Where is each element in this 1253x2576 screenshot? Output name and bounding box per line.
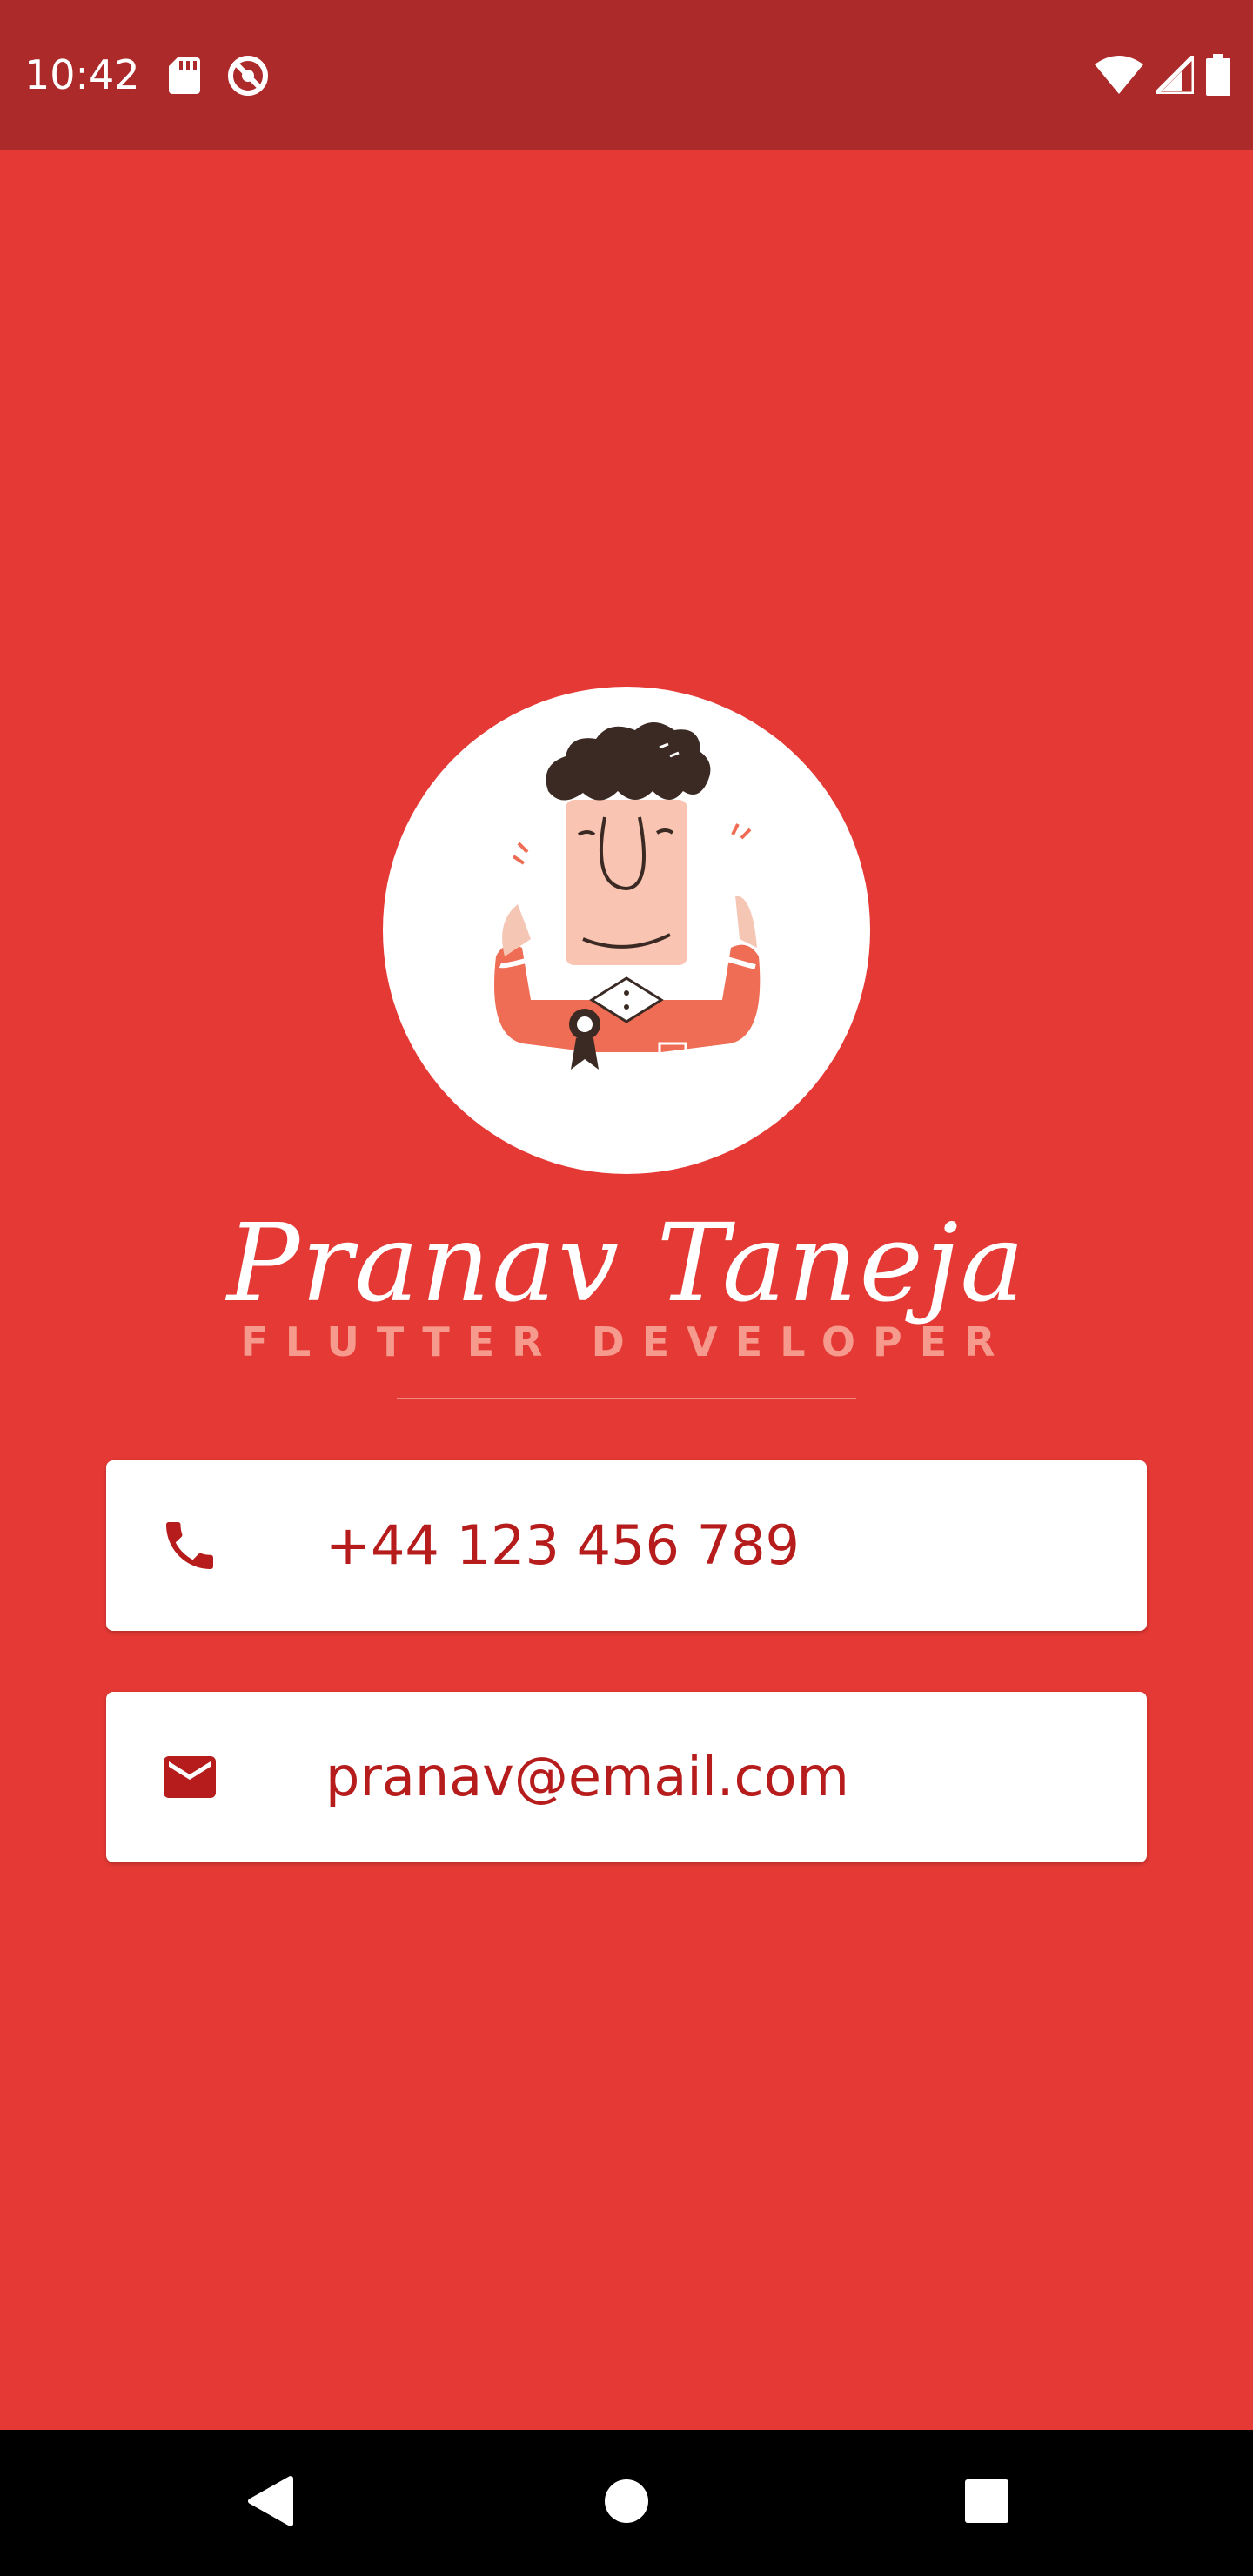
recents-button[interactable] (948, 2465, 1025, 2541)
back-button[interactable] (231, 2465, 308, 2541)
avatar (383, 687, 870, 1174)
profile-role: FLUTTER DEVELOPER (240, 1318, 1013, 1365)
home-icon (604, 2479, 649, 2528)
do-not-disturb-icon (226, 54, 270, 102)
status-time: 10:42 (24, 51, 140, 98)
status-right-icons (1095, 50, 1230, 100)
phone-card[interactable]: +44 123 456 789 (106, 1460, 1147, 1631)
phone-number: +44 123 456 789 (325, 1513, 800, 1577)
battery-icon (1206, 54, 1230, 100)
email-address: pranav@email.com (325, 1745, 849, 1808)
status-left-icons (169, 54, 270, 102)
email-icon (158, 1746, 221, 1808)
divider (397, 1398, 856, 1399)
phone-icon (158, 1514, 221, 1577)
sd-card-icon (169, 57, 200, 98)
status-bar: 10:42 (0, 0, 1253, 150)
email-card[interactable]: pranav@email.com (106, 1692, 1147, 1862)
recents-icon (964, 2479, 1009, 2528)
profile-name: Pranav Taneja (226, 1201, 1027, 1326)
navigation-bar (0, 2430, 1253, 2576)
cartoon-man-avatar-icon (494, 722, 761, 1070)
wifi-icon (1095, 56, 1143, 98)
back-icon (245, 2475, 294, 2532)
main-content: Pranav Taneja FLUTTER DEVELOPER +44 123 … (0, 150, 1253, 2430)
cellular-signal-icon (1149, 50, 1196, 98)
home-button[interactable] (588, 2465, 665, 2541)
